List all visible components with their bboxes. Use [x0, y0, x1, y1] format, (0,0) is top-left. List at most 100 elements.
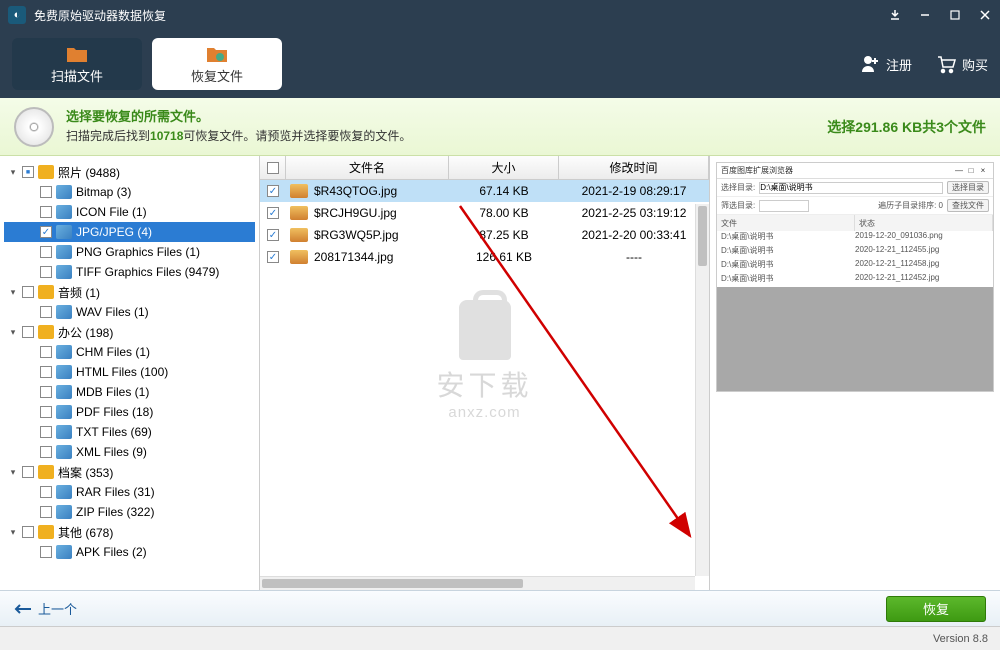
file-icon — [56, 305, 72, 319]
tree-item[interactable]: Bitmap (3) — [4, 182, 255, 202]
tree-checkbox[interactable] — [40, 386, 52, 398]
register-button[interactable]: 注册 — [860, 54, 912, 74]
tree-item[interactable]: MDB Files (1) — [4, 382, 255, 402]
file-icon — [56, 185, 72, 199]
tree-checkbox[interactable] — [40, 546, 52, 558]
preview-filter-label: 筛选目录: — [721, 200, 755, 211]
tree-item[interactable]: PDF Files (18) — [4, 402, 255, 422]
tree-item[interactable]: HTML Files (100) — [4, 362, 255, 382]
tree-item[interactable]: ▾音频 (1) — [4, 282, 255, 302]
scrollbar-thumb[interactable] — [262, 579, 523, 588]
scrollbar-thumb[interactable] — [698, 206, 707, 266]
tree-checkbox[interactable] — [22, 326, 34, 338]
tree-checkbox[interactable] — [40, 186, 52, 198]
tree-checkbox[interactable] — [40, 406, 52, 418]
expand-icon[interactable]: ▾ — [8, 467, 18, 478]
tree-item[interactable]: ZIP Files (322) — [4, 502, 255, 522]
tree-checkbox[interactable] — [40, 426, 52, 438]
tree-checkbox[interactable] — [40, 506, 52, 518]
header-checkbox-cell[interactable] — [260, 156, 286, 179]
buy-button[interactable]: 购买 — [936, 54, 988, 74]
file-list-panel: 文件名 大小 修改时间 $R43QTOG.jpg67.14 KB2021-2-1… — [260, 156, 710, 590]
header-size[interactable]: 大小 — [449, 156, 559, 179]
select-all-checkbox[interactable] — [267, 162, 279, 174]
info-suffix: 可恢复文件。请预览并选择要恢复的文件。 — [183, 129, 411, 143]
file-time: 2021-2-19 08:29:17 — [559, 184, 709, 198]
footer-bar: 上一个 恢复 — [0, 590, 1000, 626]
expand-icon[interactable]: ▾ — [8, 167, 18, 178]
close-button[interactable] — [970, 0, 1000, 30]
tree-item[interactable]: ▾照片 (9488) — [4, 162, 255, 182]
download-icon[interactable] — [880, 0, 910, 30]
horizontal-scrollbar[interactable] — [260, 576, 695, 590]
tree-checkbox[interactable] — [40, 226, 52, 238]
file-row[interactable]: $RCJH9GU.jpg78.00 KB2021-2-25 03:19:12 — [260, 202, 709, 224]
tree-checkbox[interactable] — [22, 466, 34, 478]
tree-checkbox[interactable] — [40, 346, 52, 358]
recover-button[interactable]: 恢复 — [886, 596, 986, 622]
buy-label: 购买 — [962, 55, 988, 74]
expand-icon[interactable]: ▾ — [8, 527, 18, 538]
tab-scan[interactable]: 扫描文件 — [12, 38, 142, 90]
header-time[interactable]: 修改时间 — [559, 156, 709, 179]
folder-recover-icon — [205, 44, 229, 64]
watermark-text1: 安下载 — [436, 364, 532, 404]
tree-checkbox[interactable] — [40, 306, 52, 318]
tree-checkbox[interactable] — [40, 446, 52, 458]
tree-checkbox[interactable] — [40, 266, 52, 278]
row-checkbox[interactable] — [267, 207, 279, 219]
tree-label: TIFF Graphics Files (9479) — [76, 265, 219, 279]
tree-item[interactable]: CHM Files (1) — [4, 342, 255, 362]
preview-browse-button: 选择目录 — [947, 181, 989, 194]
minimize-button[interactable] — [910, 0, 940, 30]
tree-item[interactable]: ▾档案 (353) — [4, 462, 255, 482]
file-time: 2021-2-25 03:19:12 — [559, 206, 709, 220]
preview-window: 百度图库扩展浏览器 — □ × 选择目录: 选择目录 筛选目录: 遍历子目录排序… — [716, 162, 994, 392]
tree-item[interactable]: PNG Graphics Files (1) — [4, 242, 255, 262]
file-time: 2021-2-20 00:33:41 — [559, 228, 709, 242]
tree-item[interactable]: JPG/JPEG (4) — [4, 222, 255, 242]
header-name[interactable]: 文件名 — [286, 156, 449, 179]
file-size: 87.25 KB — [449, 228, 559, 242]
tree-checkbox[interactable] — [40, 366, 52, 378]
tree-item[interactable]: ▾其他 (678) — [4, 522, 255, 542]
tree-label: RAR Files (31) — [76, 485, 155, 499]
tree-item[interactable]: TIFF Graphics Files (9479) — [4, 262, 255, 282]
preview-max-icon: □ — [965, 166, 977, 175]
tree-item[interactable]: RAR Files (31) — [4, 482, 255, 502]
thumbnail-icon — [290, 206, 308, 220]
tab-recover[interactable]: 恢复文件 — [152, 38, 282, 90]
tree-item[interactable]: XML Files (9) — [4, 442, 255, 462]
expand-icon[interactable]: ▾ — [8, 327, 18, 338]
back-button[interactable]: 上一个 — [14, 599, 77, 618]
file-row[interactable]: 208171344.jpg126.61 KB---- — [260, 246, 709, 268]
tree-item[interactable]: ▾办公 (198) — [4, 322, 255, 342]
vertical-scrollbar[interactable] — [695, 204, 709, 576]
tree-checkbox[interactable] — [40, 206, 52, 218]
tree-label: APK Files (2) — [76, 545, 147, 559]
folder-icon — [38, 325, 54, 339]
tree-checkbox[interactable] — [40, 486, 52, 498]
file-row[interactable]: $RG3WQ5P.jpg87.25 KB2021-2-20 00:33:41 — [260, 224, 709, 246]
tree-checkbox[interactable] — [22, 166, 34, 178]
file-row[interactable]: $R43QTOG.jpg67.14 KB2021-2-19 08:29:17 — [260, 180, 709, 202]
recover-label: 恢复 — [923, 599, 949, 618]
preview-title: 百度图库扩展浏览器 — [721, 165, 793, 176]
row-checkbox[interactable] — [267, 251, 279, 263]
file-time: ---- — [559, 250, 709, 264]
selection-summary: 选择291.86 KB共3个文件 — [827, 117, 986, 137]
preview-list-row: D:\桌面\说明书2019-12-20_091036.png — [717, 231, 993, 245]
row-checkbox[interactable] — [267, 229, 279, 241]
tree-checkbox[interactable] — [40, 246, 52, 258]
tree-checkbox[interactable] — [22, 526, 34, 538]
tree-checkbox[interactable] — [22, 286, 34, 298]
thumbnail-icon — [290, 228, 308, 242]
row-checkbox[interactable] — [267, 185, 279, 197]
expand-icon[interactable]: ▾ — [8, 287, 18, 298]
maximize-button[interactable] — [940, 0, 970, 30]
tree-item[interactable]: ICON File (1) — [4, 202, 255, 222]
tree-item[interactable]: APK Files (2) — [4, 542, 255, 562]
category-tree[interactable]: ▾照片 (9488)Bitmap (3)ICON File (1)JPG/JPE… — [0, 156, 260, 590]
tree-item[interactable]: WAV Files (1) — [4, 302, 255, 322]
tree-item[interactable]: TXT Files (69) — [4, 422, 255, 442]
